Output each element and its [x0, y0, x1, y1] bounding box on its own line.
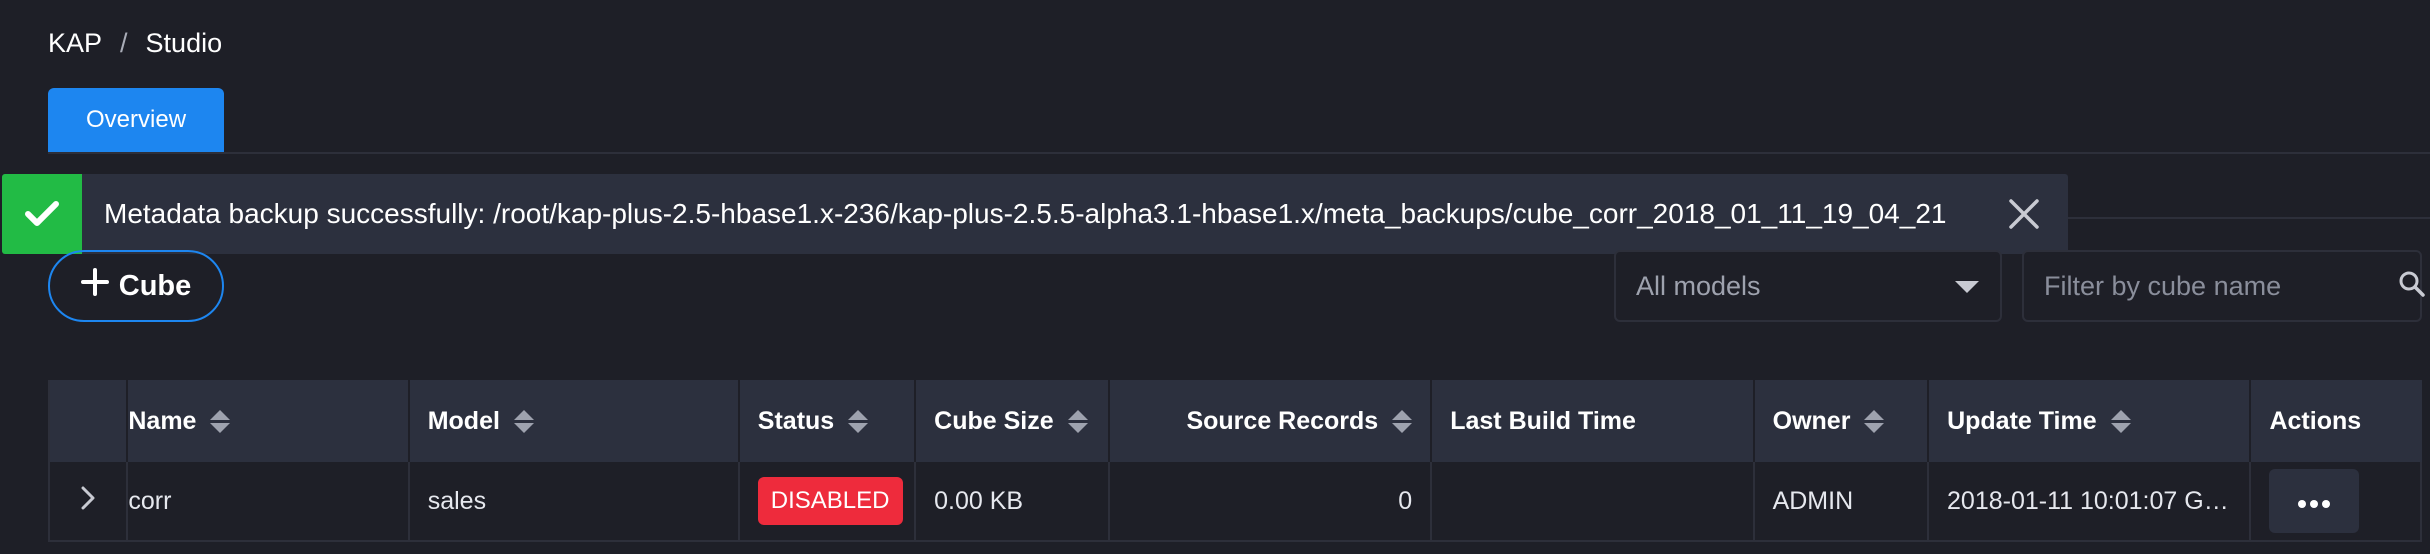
cell-actions: [2251, 462, 2422, 540]
header-cube-size[interactable]: Cube Size: [916, 380, 1110, 462]
tab-divider: [48, 152, 2430, 154]
close-icon[interactable]: [1994, 184, 2054, 244]
expand-row[interactable]: [50, 462, 129, 540]
cell-owner: ADMIN: [1755, 462, 1930, 540]
header-model[interactable]: Model: [410, 380, 740, 462]
header-name-label: Name: [128, 406, 197, 435]
cell-cube-size: 0.00 KB: [916, 462, 1110, 540]
more-icon: [2297, 487, 2331, 516]
cell-name: corr: [128, 462, 410, 540]
sort-icon[interactable]: [848, 409, 869, 433]
success-notification: Metadata backup successfully: /root/kap-…: [2, 174, 2068, 254]
add-cube-button[interactable]: Cube: [48, 250, 224, 322]
header-status[interactable]: Status: [740, 380, 917, 462]
caret-down-icon: [1954, 271, 1980, 302]
notification-message: Metadata backup successfully: /root/kap-…: [104, 198, 1947, 229]
add-cube-label: Cube: [118, 269, 192, 302]
table-row[interactable]: corr sales DISABLED 0.00 KB 0 ADMIN 2018…: [50, 462, 2422, 542]
cell-source-records: 0: [1110, 462, 1433, 540]
header-last-build-time-label: Last Build Time: [1450, 406, 1636, 435]
cell-model: sales: [410, 462, 740, 540]
update-time-text: 2018-01-11 10:01:07 GM...: [1947, 486, 2232, 515]
model-select-value: All models: [1636, 270, 1761, 301]
header-source-records[interactable]: Source Records: [1110, 380, 1433, 462]
cell-update-time: 2018-01-11 10:01:07 GM...: [1929, 462, 2252, 540]
status-badge: DISABLED: [757, 477, 903, 525]
sort-icon[interactable]: [1864, 409, 1885, 433]
header-expand: [50, 380, 129, 462]
cube-table: Name Model Status Cube Size Source Recor…: [48, 380, 2422, 542]
header-status-label: Status: [757, 406, 835, 435]
table-header: Name Model Status Cube Size Source Recor…: [50, 380, 2422, 462]
filter-input[interactable]: [2044, 270, 2398, 302]
sort-icon[interactable]: [1392, 409, 1413, 433]
breadcrumb-separator: /: [120, 28, 128, 58]
sort-icon[interactable]: [513, 409, 534, 433]
breadcrumb-root[interactable]: KAP: [48, 28, 102, 59]
header-owner-label: Owner: [1772, 406, 1851, 435]
header-actions-label: Actions: [2269, 406, 2362, 435]
breadcrumb-current: Studio: [145, 28, 223, 58]
header-cube-size-label: Cube Size: [934, 406, 1054, 435]
breadcrumb: KAP / Studio: [48, 28, 222, 59]
tab-overview[interactable]: Overview: [48, 88, 225, 152]
header-model-label: Model: [427, 406, 500, 435]
header-update-time[interactable]: Update Time: [1929, 380, 2252, 462]
sort-icon[interactable]: [210, 409, 231, 433]
header-owner[interactable]: Owner: [1755, 380, 1930, 462]
sort-icon[interactable]: [2110, 409, 2131, 433]
model-select[interactable]: All models: [1614, 250, 2002, 322]
header-source-records-label: Source Records: [1186, 406, 1379, 435]
tab-bar: Overview: [48, 88, 225, 152]
search-icon[interactable]: [2398, 270, 2426, 303]
check-icon: [2, 174, 82, 254]
plus-icon: [80, 268, 109, 304]
header-actions: Actions: [2251, 380, 2422, 462]
header-update-time-label: Update Time: [1947, 406, 2097, 435]
sort-icon[interactable]: [1067, 409, 1088, 433]
cell-last-build-time: [1432, 462, 1755, 540]
chevron-right-icon[interactable]: [80, 485, 96, 518]
filter-box: [2022, 250, 2425, 322]
header-last-build-time: Last Build Time: [1432, 380, 1755, 462]
header-name[interactable]: Name: [128, 380, 410, 462]
content-divider: [2060, 217, 2430, 219]
cell-status: DISABLED: [740, 462, 917, 540]
row-actions-button[interactable]: [2269, 469, 2360, 533]
